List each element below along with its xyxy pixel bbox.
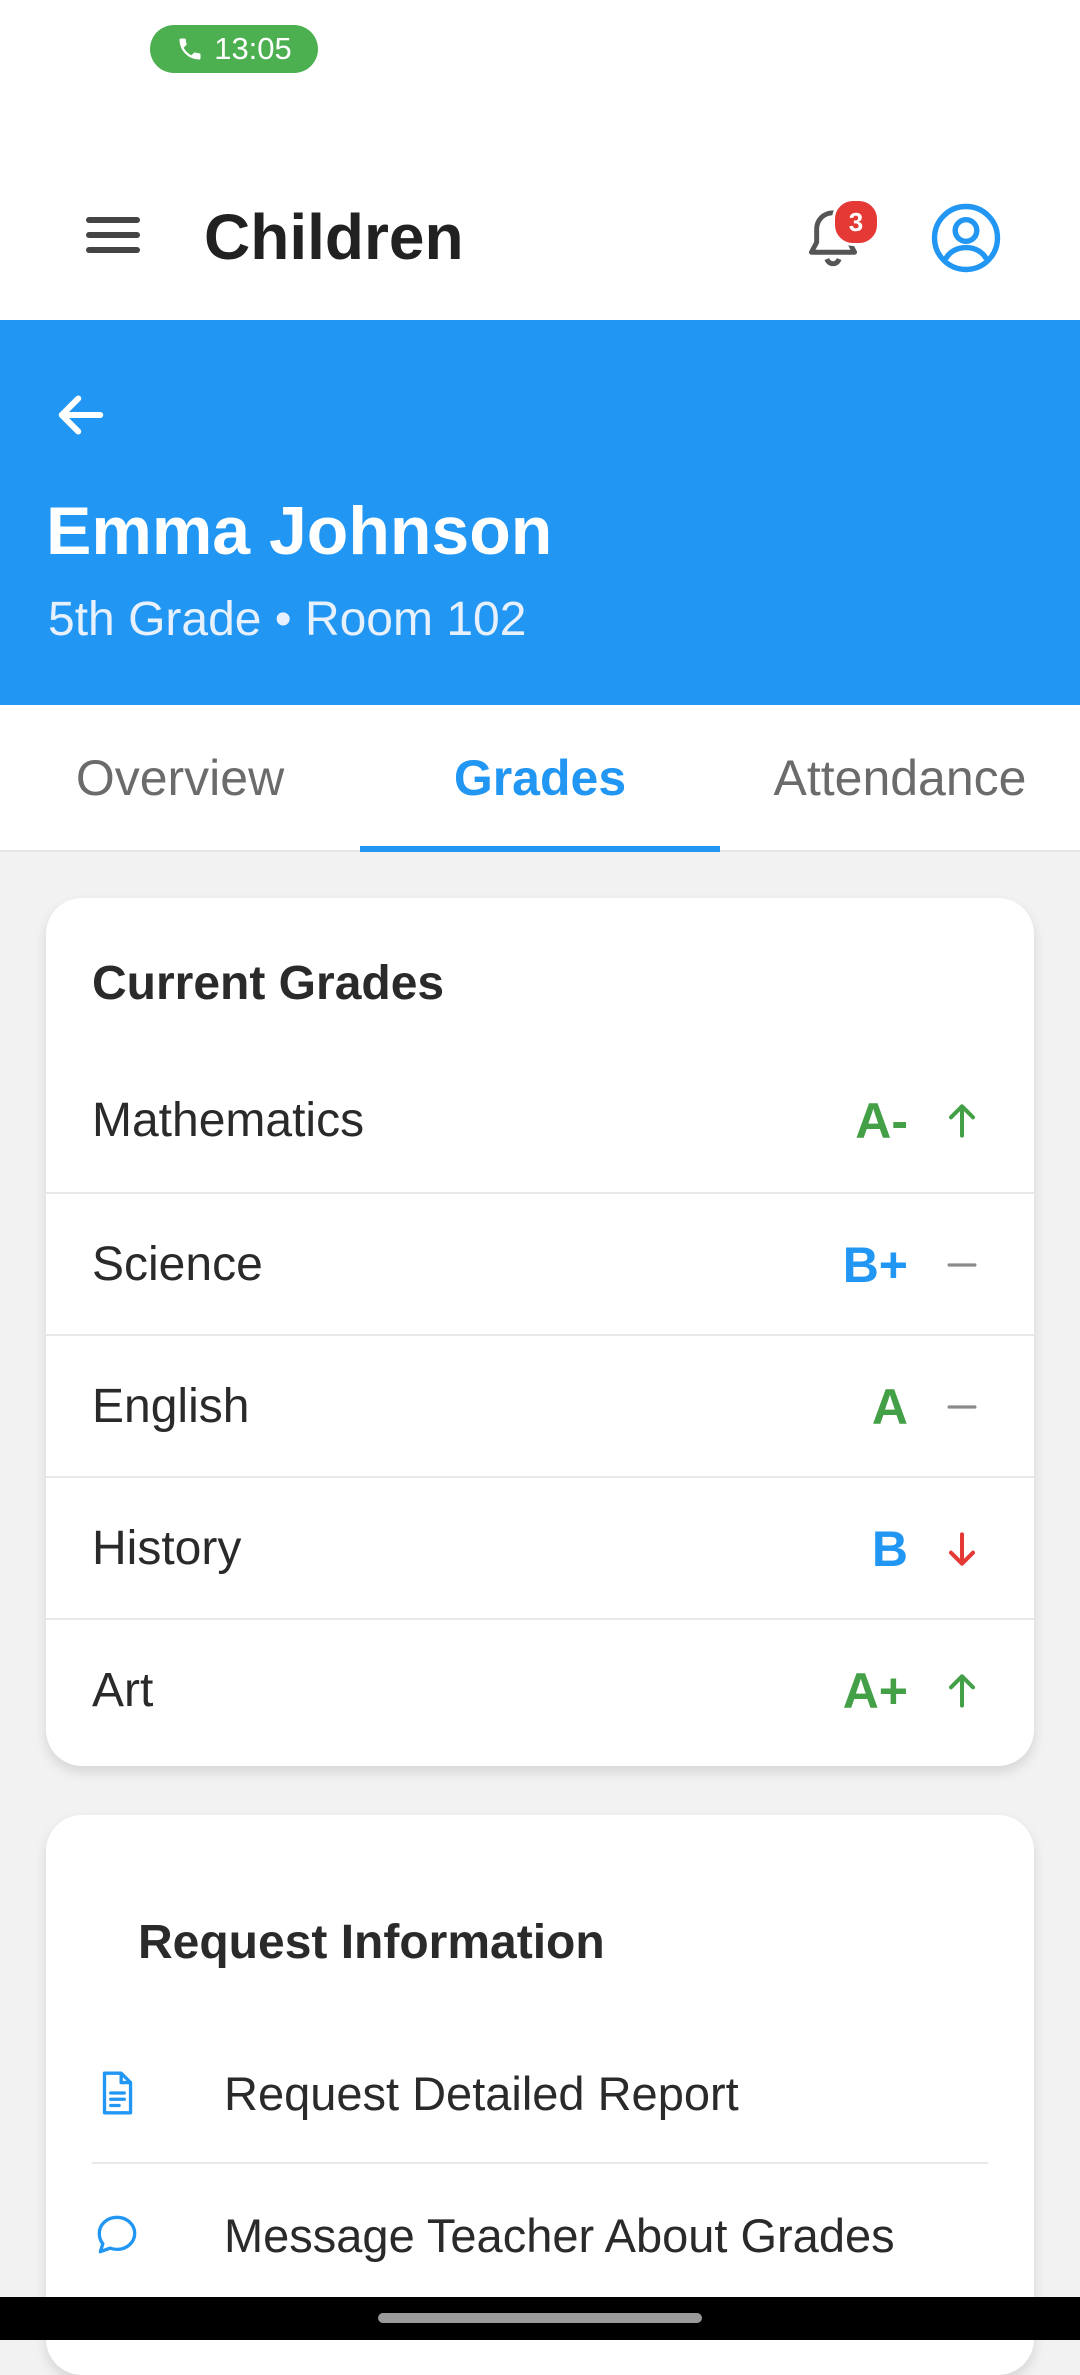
grade-row[interactable]: Mathematics A- bbox=[46, 1050, 1034, 1191]
subject-name: Art bbox=[92, 1664, 154, 1717]
subject-name: Science bbox=[92, 1238, 263, 1291]
grade-value: A bbox=[871, 1378, 908, 1435]
request-information-card: Request Information Request Detailed Rep… bbox=[46, 1815, 1034, 2375]
ongoing-call-pill[interactable]: 13:05 bbox=[150, 25, 318, 73]
grade-value: B bbox=[871, 1520, 908, 1577]
tab-attendance[interactable]: Attendance bbox=[720, 705, 1080, 850]
hamburger-menu-icon bbox=[86, 217, 140, 253]
chat-bubble-icon bbox=[97, 2215, 137, 2254]
up-arrow-icon bbox=[948, 1104, 976, 1138]
status-bar: 13:05 bbox=[0, 0, 1080, 80]
grade-value: A+ bbox=[842, 1662, 908, 1719]
dash-icon bbox=[947, 1263, 977, 1267]
app-bar bbox=[0, 80, 1080, 320]
grade-row[interactable]: English A bbox=[46, 1334, 1034, 1477]
grade-value: A- bbox=[855, 1092, 908, 1149]
current-grades-title: Current Grades bbox=[92, 957, 445, 1010]
menu-button[interactable] bbox=[78, 200, 148, 270]
notification-count-badge: 3 bbox=[832, 198, 880, 246]
arrow-back-icon bbox=[58, 395, 104, 435]
up-arrow-icon bbox=[948, 1674, 976, 1708]
page-title: Children bbox=[204, 201, 464, 273]
subject-name: English bbox=[92, 1380, 250, 1433]
grade-value: B+ bbox=[842, 1236, 908, 1293]
child-grade-room: 5th Grade • Room 102 bbox=[48, 593, 527, 646]
subject-name: Mathematics bbox=[92, 1094, 365, 1147]
document-icon bbox=[102, 2071, 133, 2115]
tab-bar: Overview Grades Attendance bbox=[0, 705, 1080, 852]
account-circle-icon bbox=[931, 203, 1001, 273]
subject-name: History bbox=[92, 1522, 242, 1575]
tab-grades[interactable]: Grades bbox=[360, 705, 720, 850]
message-teacher-label: Message Teacher About Grades bbox=[224, 2208, 895, 2262]
down-arrow-icon bbox=[948, 1532, 976, 1566]
phone-icon bbox=[179, 38, 201, 60]
tab-overview[interactable]: Overview bbox=[0, 705, 360, 850]
grade-row[interactable]: History B bbox=[46, 1476, 1034, 1619]
grade-row[interactable]: Science B+ bbox=[46, 1192, 1034, 1335]
grade-row[interactable]: Art A+ bbox=[46, 1618, 1034, 1761]
dash-icon bbox=[947, 1405, 977, 1409]
home-gesture-handle[interactable] bbox=[378, 2313, 702, 2323]
current-grades-card: Current Grades Mathematics A- Science B+… bbox=[46, 898, 1034, 1766]
message-teacher-button[interactable]: Message Teacher About Grades bbox=[92, 2164, 988, 2306]
call-timer: 13:05 bbox=[214, 31, 292, 66]
system-navigation-bar bbox=[0, 2297, 1080, 2340]
request-detailed-report-button[interactable]: Request Detailed Report bbox=[92, 2022, 988, 2164]
child-name: Emma Johnson bbox=[46, 493, 553, 569]
request-detailed-report-label: Request Detailed Report bbox=[224, 2066, 739, 2120]
request-information-title: Request Information bbox=[138, 1916, 605, 1969]
back-button[interactable] bbox=[48, 382, 114, 448]
active-tab-indicator bbox=[360, 846, 720, 852]
profile-button[interactable] bbox=[930, 202, 1002, 274]
